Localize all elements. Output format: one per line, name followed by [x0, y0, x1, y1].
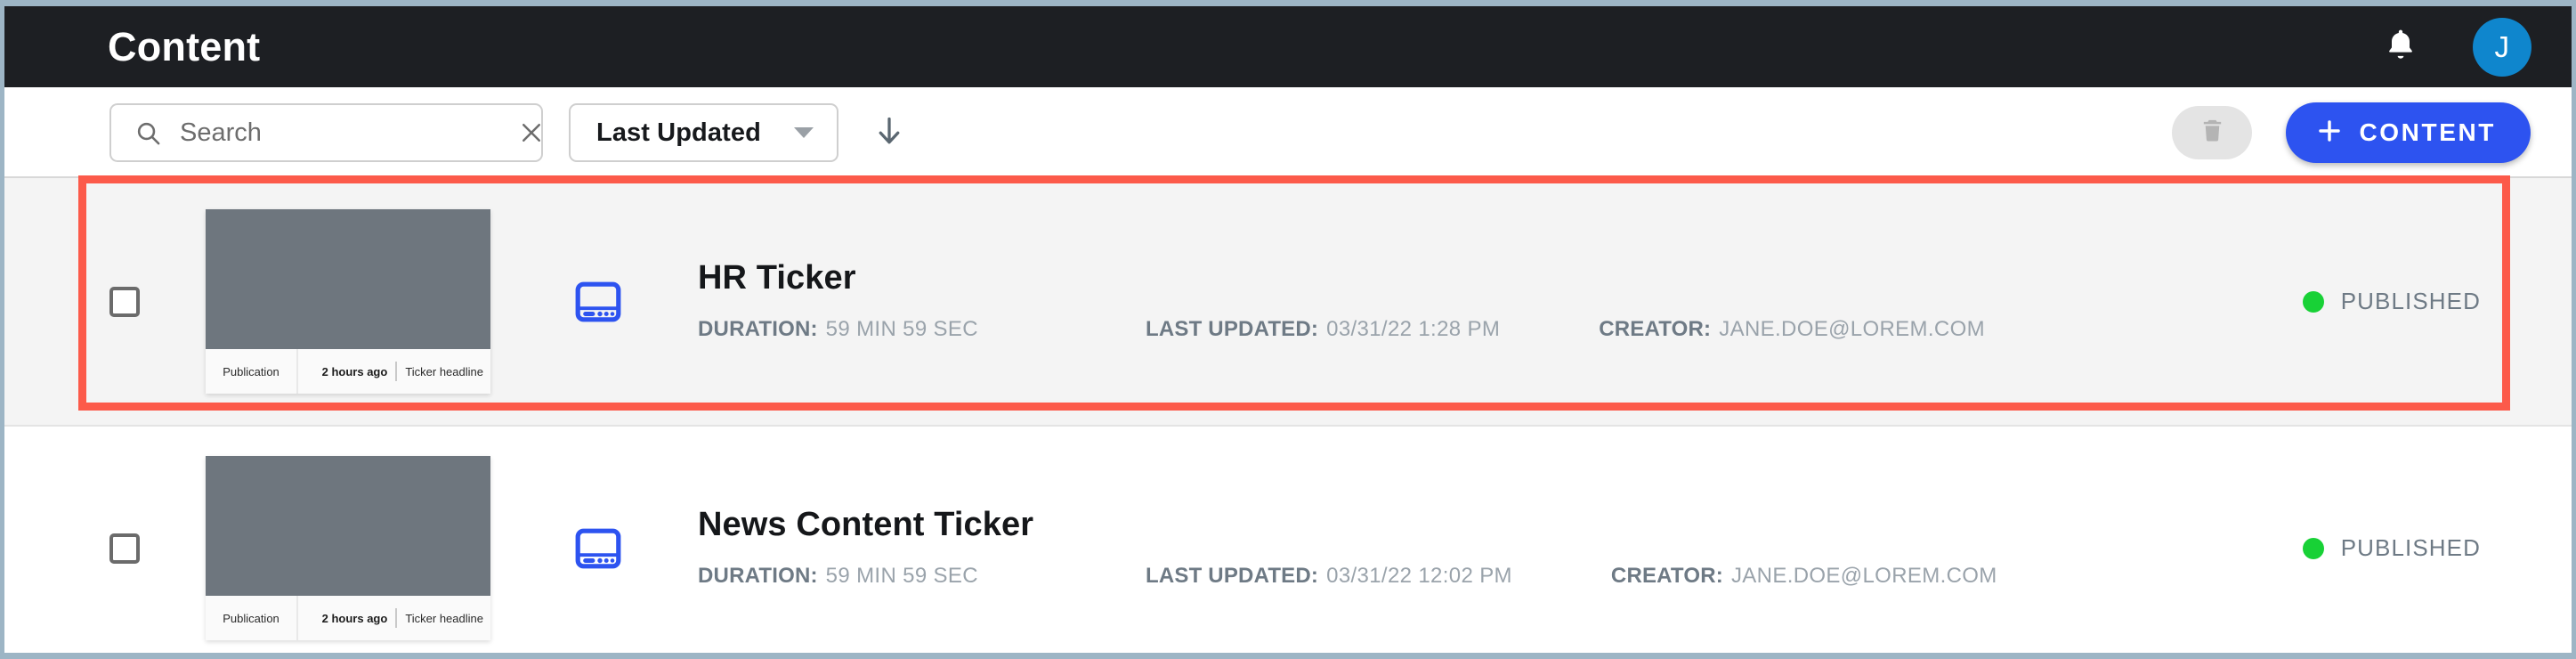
status-label: PUBLISHED [2340, 288, 2481, 314]
sort-select-value: Last Updated [596, 118, 761, 147]
status-dot-icon [2302, 290, 2324, 313]
ticker-icon [575, 281, 621, 322]
row-metadata: DURATION: 59 MIN 59 SEC LAST UPDATED: 03… [698, 564, 2303, 589]
last-updated-meta: LAST UPDATED: 03/31/22 1:28 PM [1146, 317, 1500, 342]
thumbnail-ticker-bar: Publication 2 hours ago Ticker headline [206, 349, 490, 394]
page-title: Content [108, 24, 261, 69]
row-details: HR Ticker DURATION: 59 MIN 59 SEC LAST U… [698, 259, 2303, 342]
row-title: HR Ticker [698, 259, 856, 297]
row-title: News Content Ticker [698, 506, 1034, 544]
creator-label: CREATOR: [1610, 563, 1723, 588]
thumbnail-publication-label: Publication [206, 596, 298, 640]
thumbnail-divider [395, 362, 398, 381]
status-badge: PUBLISHED [2302, 534, 2481, 562]
content-page: Content J Search Last Updated CONTENT Pu… [0, 0, 2576, 659]
creator-meta: CREATOR: JANE.DOE@LOREM.COM [1611, 564, 1997, 589]
creator-value: JANE.DOE@LOREM.COM [1719, 316, 1985, 341]
thumbnail-ticker-bar: Publication 2 hours ago Ticker headline [206, 596, 490, 640]
creator-value: JANE.DOE@LOREM.COM [1730, 563, 1997, 588]
bell-icon [2383, 25, 2418, 69]
status-dot-icon [2302, 537, 2324, 559]
thumbnail-ticker-content: 2 hours ago Ticker headline [298, 596, 490, 640]
thumbnail-headline-label: Ticker headline [405, 611, 483, 625]
avatar[interactable]: J [2473, 17, 2531, 77]
thumbnail-ticker-content: 2 hours ago Ticker headline [298, 349, 490, 394]
add-content-button[interactable]: CONTENT [2286, 102, 2531, 163]
toolbar: Last Updated [4, 87, 2572, 178]
chevron-down-icon [794, 127, 814, 138]
trash-icon [2199, 115, 2226, 151]
row-thumbnail: Publication 2 hours ago Ticker headline [206, 209, 490, 394]
duration-meta: DURATION: 59 MIN 59 SEC [698, 317, 978, 342]
row-metadata: DURATION: 59 MIN 59 SEC LAST UPDATED: 03… [698, 317, 2303, 342]
row-details: News Content Ticker DURATION: 59 MIN 59 … [698, 506, 2303, 589]
last-updated-meta: LAST UPDATED: 03/31/22 12:02 PM [1146, 564, 1512, 589]
search-icon [134, 119, 162, 147]
avatar-initial: J [2494, 29, 2510, 63]
search-input[interactable] [162, 118, 515, 148]
search-box[interactable] [109, 103, 543, 162]
duration-meta: DURATION: 59 MIN 59 SEC [698, 564, 978, 589]
duration-value: 59 MIN 59 SEC [825, 563, 978, 588]
duration-label: DURATION: [698, 563, 818, 588]
row-checkbox[interactable] [109, 286, 140, 317]
thumbnail-headline-label: Ticker headline [405, 364, 483, 378]
creator-label: CREATOR: [1599, 316, 1712, 341]
thumbnail-screen [206, 456, 490, 596]
app-header: Content J [4, 6, 2572, 87]
last-updated-label: LAST UPDATED: [1145, 316, 1319, 341]
duration-value: 59 MIN 59 SEC [825, 316, 978, 341]
sort-direction-button[interactable] [863, 107, 915, 159]
status-label: PUBLISHED [2340, 534, 2481, 561]
duration-label: DURATION: [698, 316, 818, 341]
thumbnail-screen [206, 209, 490, 349]
creator-meta: CREATOR: JANE.DOE@LOREM.COM [1599, 317, 1985, 342]
last-updated-value: 03/31/22 1:28 PM [1326, 316, 1501, 341]
last-updated-value: 03/31/22 12:02 PM [1326, 563, 1512, 588]
table-row[interactable]: Publication 2 hours ago Ticker headline [4, 178, 2572, 425]
thumbnail-time-label: 2 hours ago [321, 364, 388, 378]
row-checkbox[interactable] [109, 533, 140, 564]
thumbnail-time-label: 2 hours ago [321, 611, 388, 625]
delete-button[interactable] [2172, 106, 2253, 159]
thumbnail-publication-label: Publication [206, 349, 298, 394]
table-row[interactable]: Publication 2 hours ago Ticker headline [4, 425, 2572, 653]
thumbnail-divider [395, 608, 398, 628]
arrow-down-icon [873, 113, 905, 153]
row-thumbnail: Publication 2 hours ago Ticker headline [206, 456, 490, 640]
close-icon[interactable] [515, 117, 547, 149]
sort-select[interactable]: Last Updated [569, 103, 838, 162]
add-content-label: CONTENT [2359, 118, 2496, 146]
ticker-icon [575, 528, 621, 569]
notifications-button[interactable] [2373, 20, 2428, 75]
last-updated-label: LAST UPDATED: [1145, 563, 1319, 588]
content-list: Publication 2 hours ago Ticker headline [4, 178, 2572, 653]
status-badge: PUBLISHED [2302, 288, 2481, 315]
plus-icon [2315, 117, 2344, 150]
